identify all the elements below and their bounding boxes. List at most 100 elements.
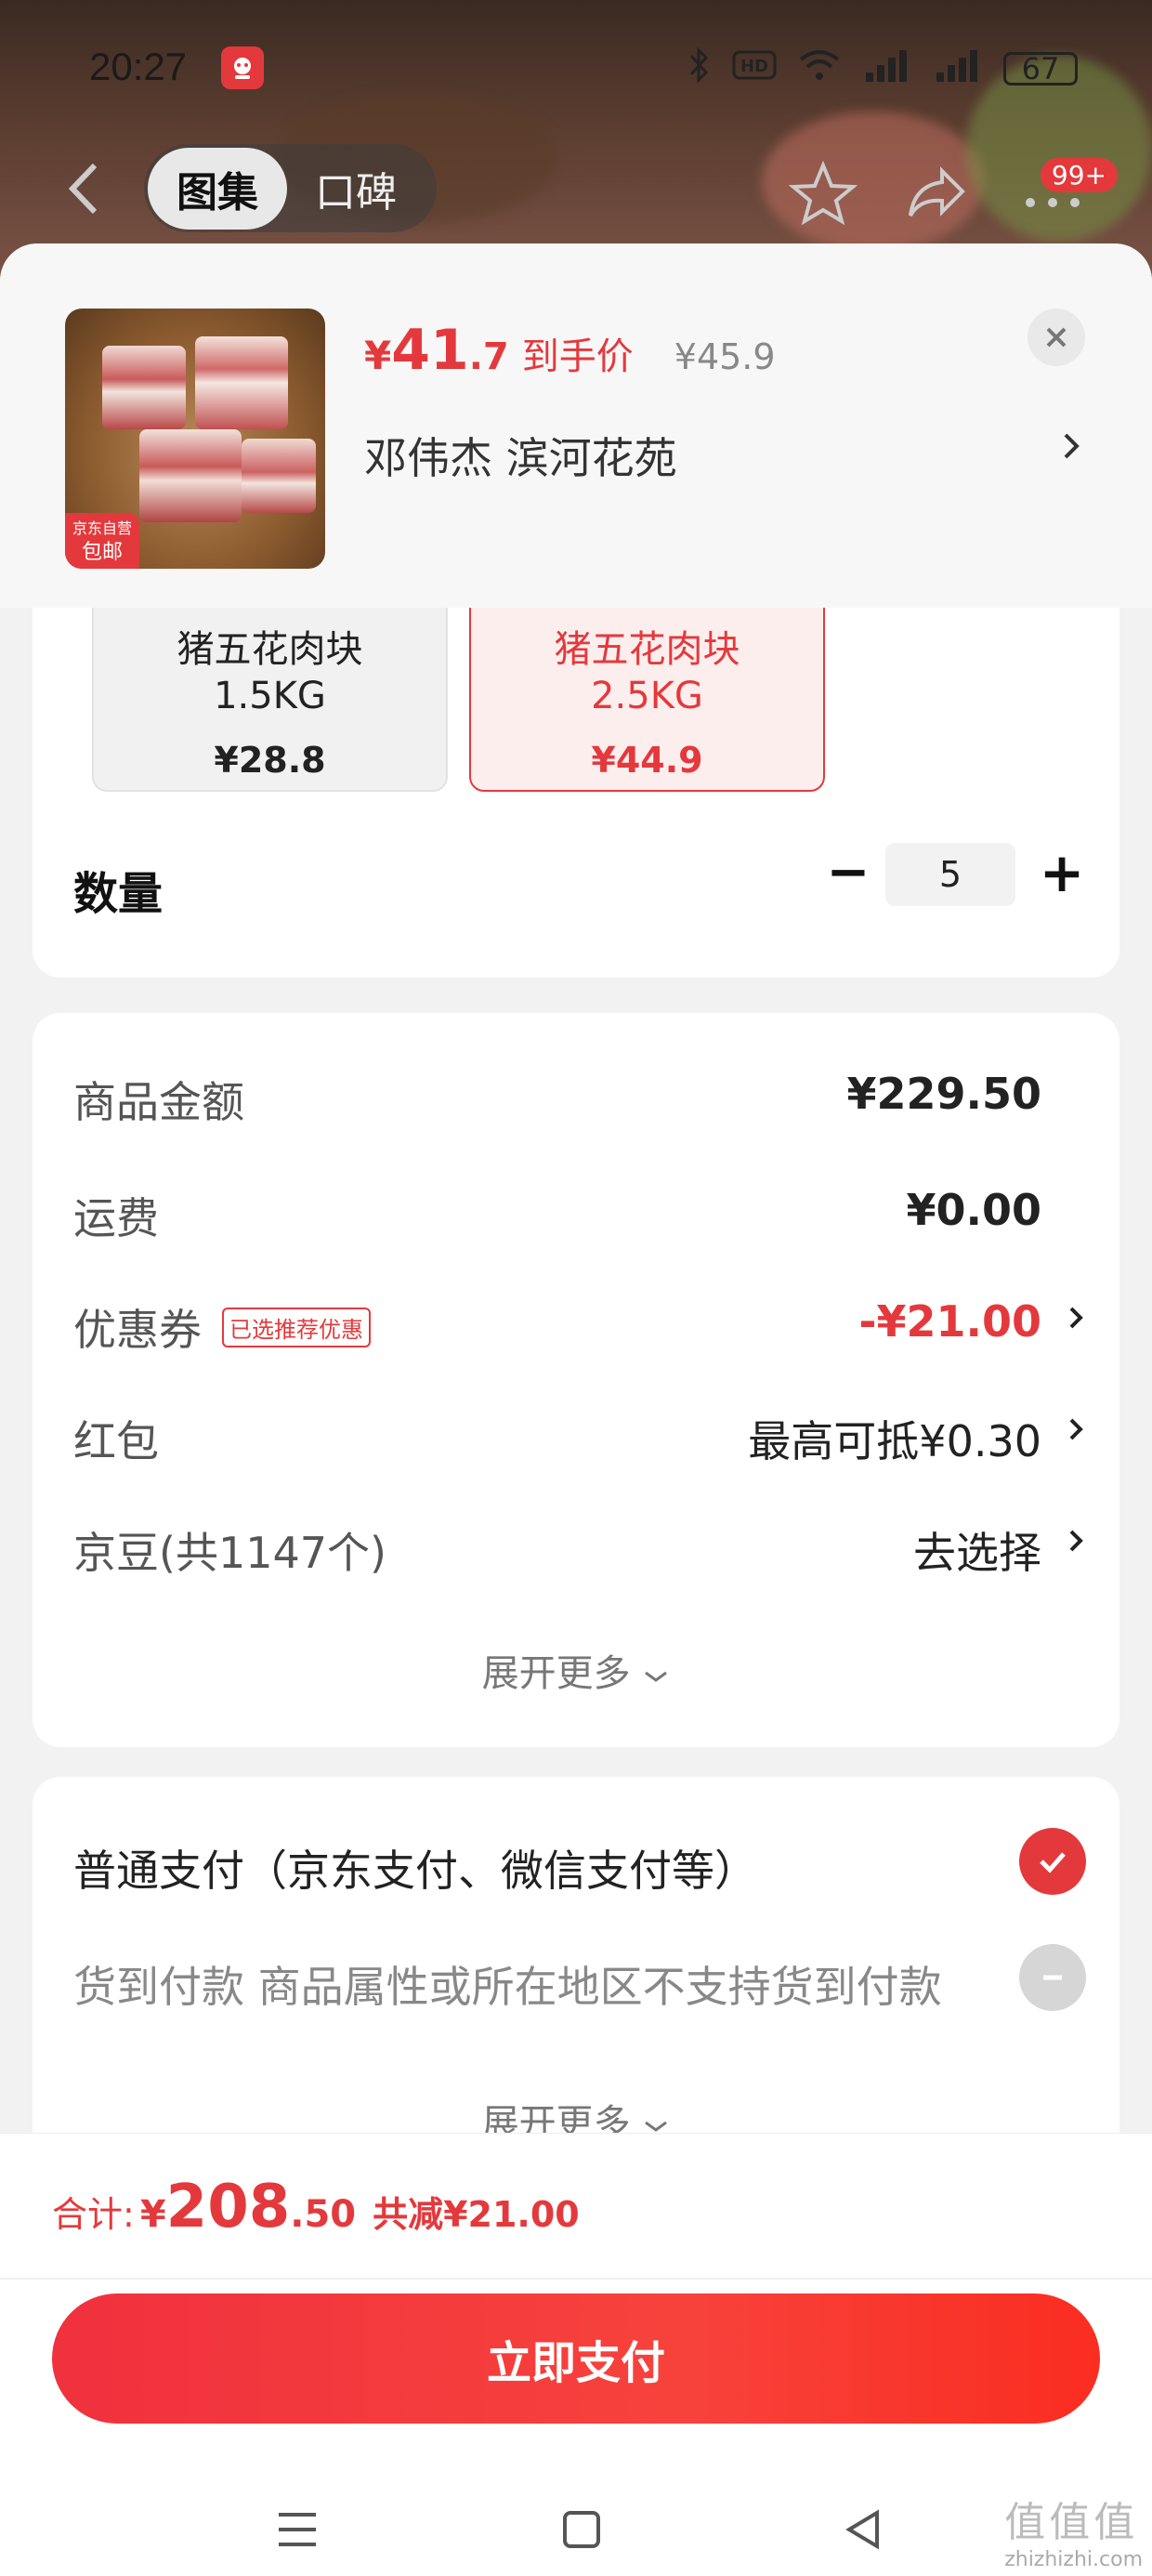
watermark-logo: 值值值 [1004, 2499, 1139, 2546]
sku-name: 猪五花肉块 1.5KG [94, 626, 446, 719]
shipping-label: 运费 [73, 1193, 159, 1243]
checkmark-icon[interactable] [1019, 1828, 1086, 1895]
coupon-value: -¥21.00 [858, 1296, 1041, 1347]
jd-beans-label: 京豆(共1147个) [73, 1528, 386, 1578]
quantity-increase-button[interactable]: + [1034, 845, 1090, 900]
payment-normal-label: 普通支付（京东支付、微信支付等） [73, 1846, 757, 1896]
sku-price: ¥44.9 [591, 740, 703, 781]
payment-cod-label: 货到付款 商品属性或所在地区不支持货到付款 [73, 1962, 942, 2012]
back-icon[interactable] [58, 156, 113, 221]
total-label: 合计: [52, 2194, 135, 2235]
shipping-row: 运费 ¥0.00 [73, 1185, 1086, 1250]
expand-more-fees[interactable]: 展开更多 [33, 1643, 1119, 1697]
quantity-label: 数量 [73, 868, 164, 920]
price-currency: ¥ [364, 333, 392, 378]
battery-icon: 67 [1003, 52, 1078, 85]
signal-icon-1 [862, 46, 912, 91]
sku-name: 猪五花肉块 2.5KG [471, 626, 823, 719]
payment-method-card: 普通支付（京东支付、微信支付等） 货到付款 商品属性或所在地区不支持货到付款 展… [33, 1777, 1119, 2176]
chevron-right-icon[interactable] [1062, 425, 1082, 475]
price-integer: 41 [391, 318, 469, 383]
media-tab-switch: 图集 口碑 [144, 144, 437, 232]
message-count-badge: 99+ [1040, 158, 1118, 192]
self-operated-tag: 京东自营 包邮 [65, 513, 139, 569]
jd-app-icon [221, 46, 264, 89]
total-currency: ¥ [139, 2193, 166, 2236]
payment-option-cod: 货到付款 商品属性或所在地区不支持货到付款 [73, 1944, 1086, 2018]
delivery-address[interactable]: 邓伟杰 滨河花苑 [364, 425, 1089, 486]
payment-option-normal[interactable]: 普通支付（京东支付、微信支付等） [73, 1828, 1086, 1902]
watermark: 值值值 zhizhizhi.com [1004, 2499, 1143, 2571]
tag-line-1: 京东自营 [72, 519, 132, 537]
total-integer: 208 [165, 2173, 291, 2241]
goods-amount-value: ¥229.50 [846, 1069, 1041, 1119]
checkout-bar: 合计: ¥ 208 .50 共减¥21.00 立即支付 值值值 zhizhizh… [0, 2133, 1152, 2576]
menu-icon[interactable] [269, 2502, 325, 2557]
total-summary: 合计: ¥ 208 .50 共减¥21.00 [52, 2173, 580, 2241]
sku-name-line-1: 猪五花肉块 [554, 628, 740, 671]
signal-icon-2 [933, 46, 983, 91]
chevron-right-icon [1067, 1296, 1086, 1347]
chevron-down-icon [642, 1652, 670, 1695]
total-decimal: .50 [290, 2193, 357, 2236]
product-top-nav: 图集 口碑 99+ [0, 139, 1152, 242]
more-menu-icon[interactable]: 99+ [1017, 158, 1129, 229]
jd-beans-row[interactable]: 京豆(共1147个) 去选择 [73, 1519, 1086, 1584]
system-navigation-bar [0, 2485, 1152, 2569]
red-packet-value: 最高可抵¥0.30 [748, 1416, 1041, 1466]
total-saving: 共减¥21.00 [373, 2194, 580, 2235]
red-packet-label: 红包 [73, 1416, 159, 1466]
thumb-meat-cube [242, 439, 316, 513]
quantity-input[interactable]: 5 [885, 843, 1015, 906]
red-packet-row[interactable]: 红包 最高可抵¥0.30 [73, 1408, 1086, 1473]
chevron-right-icon [1067, 1408, 1086, 1458]
sheet-header: 京东自营 包邮 ¥41.7 到手价 ¥45.9 邓伟杰 滨河花苑 [0, 243, 1152, 608]
quantity-decrease-button[interactable]: − [820, 845, 876, 900]
tab-reviews[interactable]: 口碑 [315, 159, 397, 218]
sku-name-line-1: 猪五花肉块 [177, 628, 363, 671]
product-thumbnail[interactable]: 京东自营 包邮 [65, 309, 325, 569]
sku-name-line-2: 2.5KG [591, 675, 703, 717]
pay-now-button[interactable]: 立即支付 [52, 2293, 1100, 2424]
price-decimal: .7 [468, 335, 509, 378]
hd-icon: HD [732, 49, 777, 88]
status-bar: 20:27 HD 67 [0, 37, 1152, 102]
final-price-tag: 到手价 [521, 335, 634, 378]
fee-breakdown-card: 商品金额 ¥229.50 运费 ¥0.00 优惠券 已选推荐优惠 -¥21.00 … [33, 1013, 1119, 1747]
home-icon[interactable] [554, 2502, 609, 2557]
status-icons: HD 67 [687, 46, 1078, 91]
coupon-label: 优惠券 [73, 1305, 202, 1355]
svg-text:HD: HD [740, 57, 768, 76]
goods-amount-row: 商品金额 ¥229.50 [73, 1069, 1086, 1134]
coupon-recommend-tag: 已选推荐优惠 [222, 1308, 371, 1347]
watermark-url: zhizhizhi.com [1004, 2548, 1143, 2571]
back-triangle-icon[interactable] [836, 2502, 892, 2557]
thumb-meat-cube [102, 346, 186, 429]
sku-option-1-5kg[interactable]: 猪五花肉块 1.5KG ¥28.8 [92, 578, 448, 792]
price-row: ¥41.7 到手价 ¥45.9 [364, 318, 776, 383]
original-price: ¥45.9 [674, 336, 776, 377]
thumb-meat-cube [195, 336, 288, 429]
chevron-right-icon [1067, 1519, 1086, 1570]
bluetooth-icon [687, 46, 712, 91]
coupon-row[interactable]: 优惠券 已选推荐优惠 -¥21.00 [73, 1296, 1086, 1361]
share-icon[interactable] [901, 158, 972, 229]
wifi-icon [797, 46, 842, 91]
sku-name-line-2: 1.5KG [214, 675, 326, 717]
goods-amount-label: 商品金额 [73, 1077, 244, 1127]
divider [0, 2278, 1152, 2280]
status-time: 20:27 [89, 45, 188, 88]
final-price: ¥41.7 [364, 318, 509, 383]
favorite-star-icon[interactable] [788, 158, 858, 229]
close-icon[interactable] [1028, 309, 1085, 366]
sku-option-2-5kg[interactable]: 猪五花肉块 2.5KG ¥44.9 [469, 578, 825, 792]
disabled-minus-icon [1019, 1944, 1086, 2011]
coupon-label-wrap: 优惠券 已选推荐优惠 [73, 1296, 371, 1358]
expand-more-label: 展开更多 [481, 1652, 631, 1695]
shipping-value: ¥0.00 [906, 1185, 1041, 1235]
thumb-meat-cube [139, 429, 242, 522]
jd-beans-value: 去选择 [913, 1528, 1041, 1578]
tab-gallery[interactable]: 图集 [148, 147, 287, 230]
sku-price: ¥28.8 [214, 740, 326, 781]
tag-line-2: 包邮 [81, 541, 123, 564]
